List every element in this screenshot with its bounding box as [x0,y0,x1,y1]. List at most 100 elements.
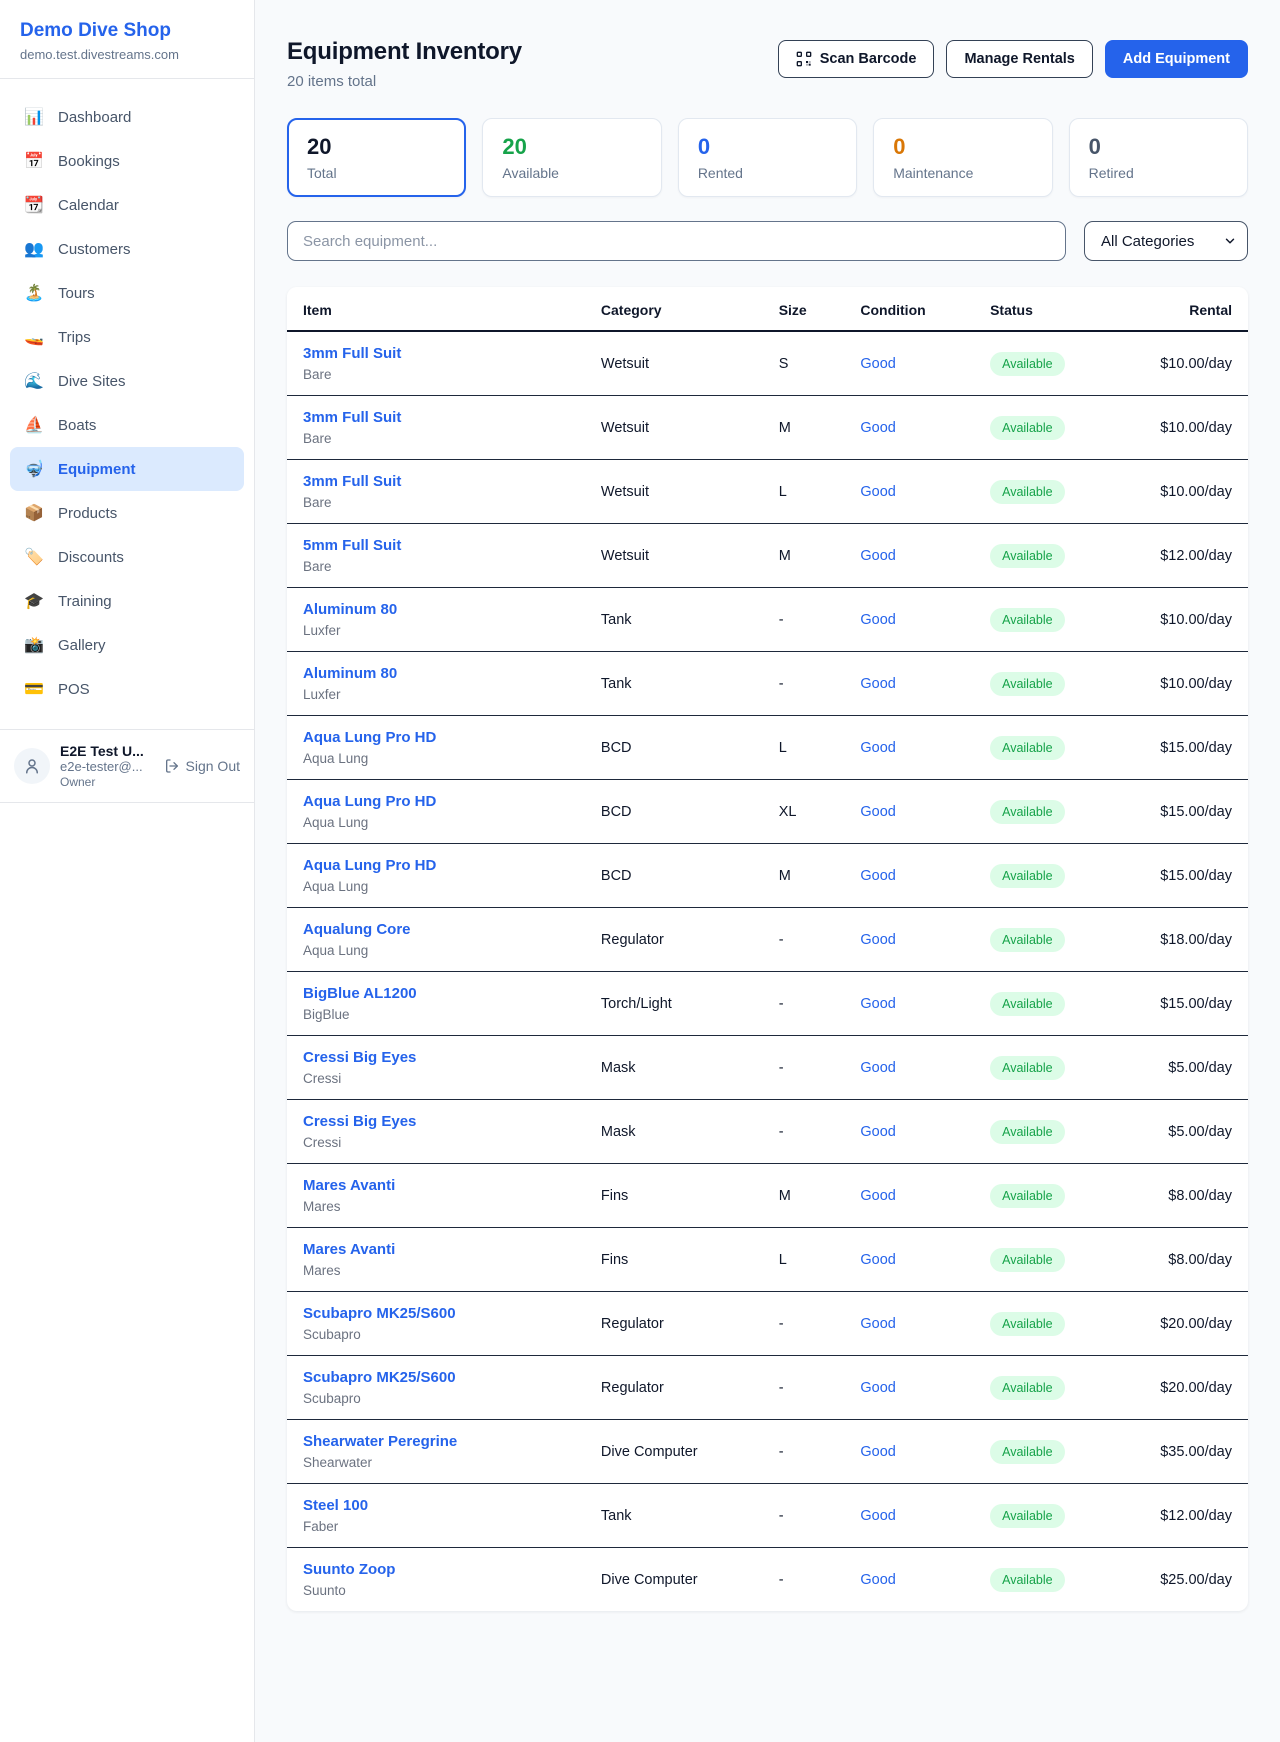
stat-card-maintenance[interactable]: 0 Maintenance [873,118,1052,197]
category-cell: Wetsuit [585,396,763,460]
search-input[interactable] [287,221,1066,261]
sidebar-item-products[interactable]: 📦 Products [10,491,244,535]
condition-link[interactable]: Good [860,484,895,500]
condition-link[interactable]: Good [860,1572,895,1588]
item-link[interactable]: Aqua Lung Pro HD [303,729,436,746]
stat-card-rented[interactable]: 0 Rented [678,118,857,197]
sidebar-item-label: Calendar [58,197,119,214]
sign-out-button[interactable]: Sign Out [164,758,240,774]
stat-label: Rented [698,165,837,181]
item-link[interactable]: 5mm Full Suit [303,537,401,554]
page-title: Equipment Inventory [287,38,522,66]
table-row: Aluminum 80 Luxfer Tank - Good Available… [287,652,1248,716]
dashboard-icon: 📊 [24,107,44,127]
item-link[interactable]: Scubapro MK25/S600 [303,1305,456,1322]
stat-card-retired[interactable]: 0 Retired [1069,118,1248,197]
scan-barcode-button[interactable]: Scan Barcode [778,40,935,78]
item-link[interactable]: Cressi Big Eyes [303,1113,416,1130]
rental-cell: $25.00/day [1128,1548,1248,1612]
size-cell: S [763,331,845,396]
item-link[interactable]: Cressi Big Eyes [303,1049,416,1066]
rental-cell: $15.00/day [1128,844,1248,908]
condition-link[interactable]: Good [860,356,895,372]
item-link[interactable]: Mares Avanti [303,1241,395,1258]
shop-logo[interactable]: Demo Dive Shop [20,20,234,42]
item-link[interactable]: 3mm Full Suit [303,409,401,426]
bookings-icon: 📅 [24,151,44,171]
item-brand: Cressi [303,1135,569,1150]
condition-link[interactable]: Good [860,1508,895,1524]
item-link[interactable]: BigBlue AL1200 [303,985,417,1002]
condition-link[interactable]: Good [860,1060,895,1076]
item-link[interactable]: Aqualung Core [303,921,411,938]
sidebar-item-equipment[interactable]: 🤿 Equipment [10,447,244,491]
item-link[interactable]: Scubapro MK25/S600 [303,1369,456,1386]
sidebar-item-calendar[interactable]: 📆 Calendar [10,183,244,227]
sidebar-item-boats[interactable]: ⛵ Boats [10,403,244,447]
size-cell: M [763,524,845,588]
sidebar-item-customers[interactable]: 👥 Customers [10,227,244,271]
condition-link[interactable]: Good [860,1380,895,1396]
sidebar-item-gallery[interactable]: 📸 Gallery [10,623,244,667]
status-badge: Available [990,1568,1065,1592]
item-link[interactable]: Aluminum 80 [303,665,397,682]
item-link[interactable]: Mares Avanti [303,1177,395,1194]
sidebar-item-tours[interactable]: 🏝️ Tours [10,271,244,315]
condition-link[interactable]: Good [860,612,895,628]
equipment-table: Item Category Size Condition Status Rent… [287,287,1248,1611]
condition-link[interactable]: Good [860,548,895,564]
condition-link[interactable]: Good [860,1188,895,1204]
sidebar-item-dive-sites[interactable]: 🌊 Dive Sites [10,359,244,403]
condition-link[interactable]: Good [860,804,895,820]
dive-sites-icon: 🌊 [24,371,44,391]
stat-card-available[interactable]: 20 Available [482,118,661,197]
sidebar-item-dashboard[interactable]: 📊 Dashboard [10,95,244,139]
stat-value: 0 [1089,134,1228,160]
size-cell: - [763,1484,845,1548]
status-badge: Available [990,1440,1065,1464]
item-link[interactable]: Steel 100 [303,1497,368,1514]
condition-link[interactable]: Good [860,1316,895,1332]
size-cell: - [763,972,845,1036]
item-link[interactable]: Aluminum 80 [303,601,397,618]
item-link[interactable]: 3mm Full Suit [303,345,401,362]
item-link[interactable]: Shearwater Peregrine [303,1433,457,1450]
item-link[interactable]: Suunto Zoop [303,1561,395,1578]
condition-link[interactable]: Good [860,1444,895,1460]
page-header: Equipment Inventory 20 items total Scan … [287,38,1248,90]
item-brand: Luxfer [303,623,569,638]
item-link[interactable]: 3mm Full Suit [303,473,401,490]
user-block: E2E Test U... e2e-tester@... Owner Sign … [0,729,254,803]
rental-cell: $15.00/day [1128,716,1248,780]
sidebar-item-trips[interactable]: 🚤 Trips [10,315,244,359]
manage-rentals-label: Manage Rentals [964,51,1074,67]
status-badge: Available [990,608,1065,632]
sidebar-item-training[interactable]: 🎓 Training [10,579,244,623]
condition-link[interactable]: Good [860,996,895,1012]
item-brand: Aqua Lung [303,943,569,958]
condition-link[interactable]: Good [860,868,895,884]
condition-link[interactable]: Good [860,1252,895,1268]
sidebar-item-discounts[interactable]: 🏷️ Discounts [10,535,244,579]
table-row: 5mm Full Suit Bare Wetsuit M Good Availa… [287,524,1248,588]
condition-link[interactable]: Good [860,420,895,436]
stat-card-total[interactable]: 20 Total [287,118,466,197]
item-link[interactable]: Aqua Lung Pro HD [303,857,436,874]
category-cell: Wetsuit [585,460,763,524]
sidebar-item-bookings[interactable]: 📅 Bookings [10,139,244,183]
item-brand: Bare [303,431,569,446]
sidebar-item-pos[interactable]: 💳 POS [10,667,244,711]
category-cell: Mask [585,1100,763,1164]
condition-link[interactable]: Good [860,932,895,948]
table-header: Item Category Size Condition Status Rent… [287,287,1248,331]
add-equipment-button[interactable]: Add Equipment [1105,40,1248,78]
training-icon: 🎓 [24,591,44,611]
manage-rentals-button[interactable]: Manage Rentals [946,40,1092,78]
condition-link[interactable]: Good [860,1124,895,1140]
condition-link[interactable]: Good [860,740,895,756]
category-cell: BCD [585,716,763,780]
item-brand: Aqua Lung [303,751,569,766]
category-select[interactable]: All Categories [1084,221,1248,261]
item-link[interactable]: Aqua Lung Pro HD [303,793,436,810]
condition-link[interactable]: Good [860,676,895,692]
